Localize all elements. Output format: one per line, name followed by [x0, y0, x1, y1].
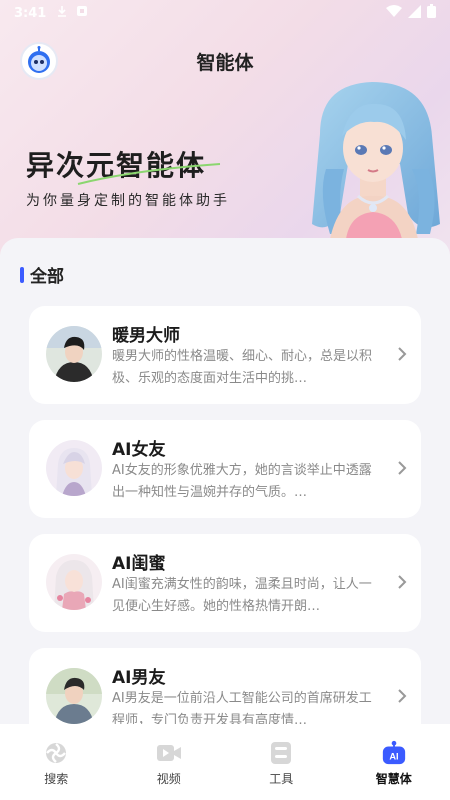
hero-subtitle: 为你量身定制的智能体助手 — [26, 193, 230, 209]
agent-description: 暖男大师的性格温暖、细心、耐心，总是以积极、乐观的态度面对生活中的挑… — [112, 349, 373, 386]
chevron-right-icon — [398, 689, 407, 703]
robot-mascot-icon — [28, 46, 50, 73]
page-title: 智能体 — [196, 52, 254, 74]
nav-item-video[interactable]: 视频 — [113, 724, 226, 800]
section-accent-bar — [20, 266, 24, 283]
user-avatar[interactable] — [20, 42, 58, 80]
agent-avatar — [46, 440, 102, 496]
nav-item-search[interactable]: 搜索 — [0, 724, 113, 800]
chevron-right-icon — [398, 347, 407, 361]
agent-name: AI闺蜜 — [112, 554, 166, 574]
svg-text:AI: AI — [389, 752, 398, 762]
app-notification-icon — [76, 5, 88, 21]
agent-name: 暖男大师 — [112, 326, 180, 346]
agent-avatar — [46, 326, 102, 382]
nav-label: 工具 — [269, 772, 294, 786]
bottom-navigation: 搜索 视频 工具 AI 智慧体 — [0, 724, 450, 800]
nav-item-ai-agents[interactable]: AI 智慧体 — [338, 724, 450, 800]
nav-label: 视频 — [156, 772, 181, 786]
status-bar: 3:41 — [0, 0, 450, 26]
agent-avatar — [46, 668, 102, 724]
agent-name: AI男友 — [112, 668, 166, 688]
section-title: 全部 — [30, 267, 64, 287]
agent-card[interactable]: 暖男大师 暖男大师的性格温暖、细心、耐心，总是以积极、乐观的态度面对生活中的挑… — [29, 306, 421, 404]
agent-card[interactable]: AI男友 AI男友是一位前沿人工智能公司的首席研发工程师，专门负责开发具有高度情… — [29, 648, 421, 724]
agent-description: AI女友的形象优雅大方，她的言谈举止中透露出一种知性与温婉并存的气质。… — [112, 463, 372, 500]
status-time: 3:41 — [14, 5, 47, 21]
battery-icon — [427, 4, 436, 22]
download-icon — [56, 5, 68, 21]
agent-avatar — [46, 554, 102, 610]
chevron-right-icon — [398, 575, 407, 589]
hero-banner — [0, 0, 450, 262]
nav-label: 智慧体 — [375, 772, 412, 786]
agent-name: AI女友 — [112, 440, 166, 460]
heading-swoosh-decoration — [77, 163, 221, 185]
nav-item-tools[interactable]: 工具 — [225, 724, 338, 800]
section-header: 全部 — [20, 262, 64, 287]
wifi-icon — [386, 4, 402, 22]
agent-card[interactable]: AI闺蜜 AI闺蜜充满女性的韵味，温柔且时尚，让人一见便心生好感。她的性格热情开… — [29, 534, 421, 632]
agent-description: AI闺蜜充满女性的韵味，温柔且时尚，让人一见便心生好感。她的性格热情开朗… — [112, 577, 372, 614]
agent-card[interactable]: AI女友 AI女友的形象优雅大方，她的言谈举止中透露出一种知性与温婉并存的气质。… — [29, 420, 421, 518]
search-icon — [43, 740, 69, 766]
agent-description: AI男友是一位前沿人工智能公司的首席研发工程师，专门负责开发具有高度情… — [112, 691, 372, 724]
video-icon — [156, 740, 182, 766]
signal-icon — [408, 4, 421, 22]
ai-robot-icon: AI — [381, 740, 407, 766]
tools-icon — [268, 740, 294, 766]
chevron-right-icon — [398, 461, 407, 475]
nav-label: 搜索 — [44, 772, 69, 786]
agent-list-panel: 全部 暖男大师 暖男大师的性格温暖、细心、耐心，总是以积极、乐观的态度面对生活中… — [0, 238, 450, 724]
anime-girl-illustration — [312, 82, 440, 239]
